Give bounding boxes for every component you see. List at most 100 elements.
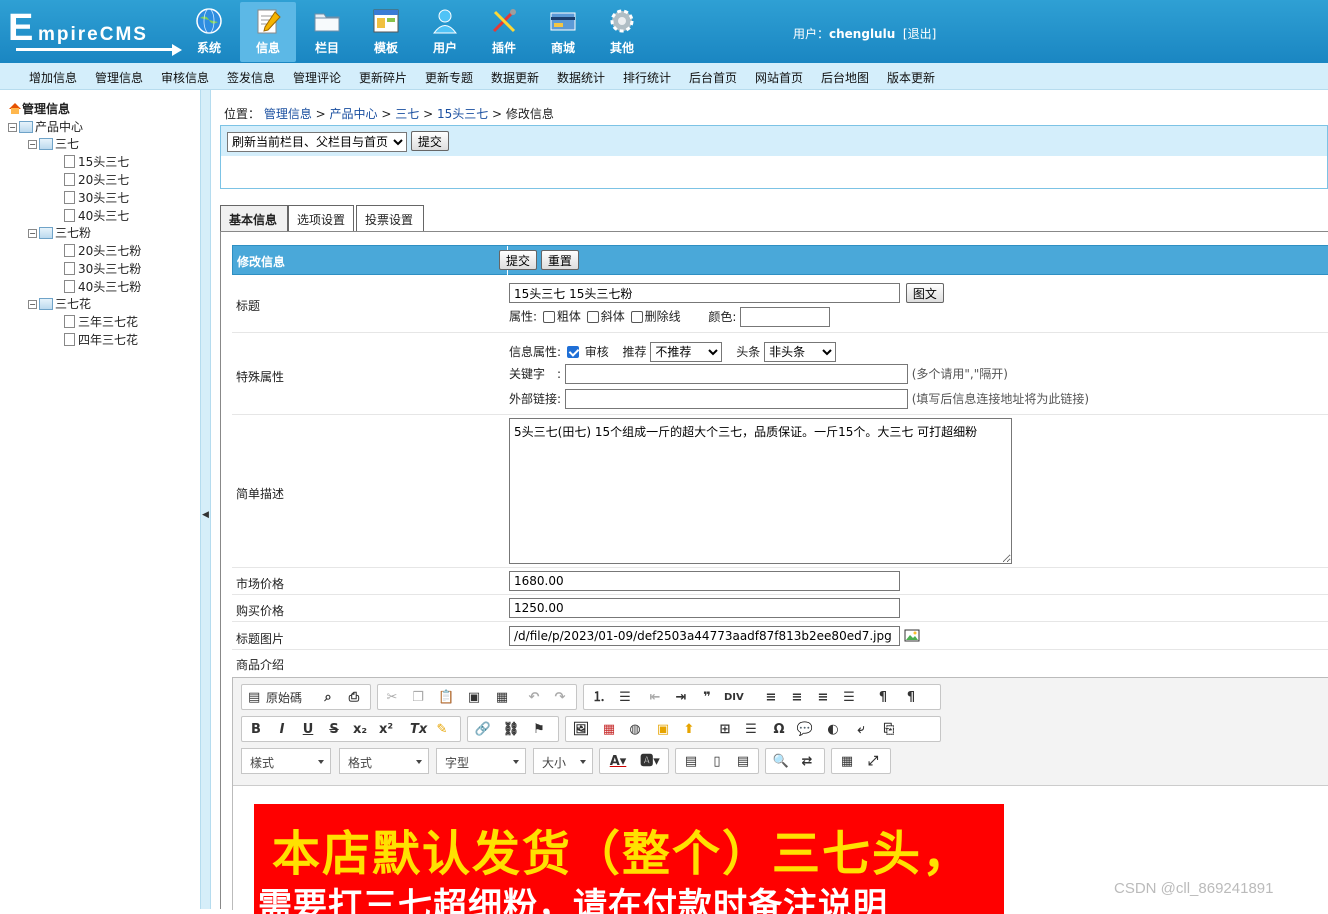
description-textarea[interactable]: 5头三七(田七) 15个组成一斤的超大个三七，品质保证。一斤15个。大三七 可打…	[509, 418, 1012, 564]
flash-icon[interactable]: ▦	[600, 721, 618, 739]
tree-leaf[interactable]: 三年三七花	[64, 313, 138, 331]
document-icon[interactable]: ▤	[734, 753, 752, 771]
audit-checkbox[interactable]	[566, 346, 579, 358]
submit-button[interactable]: 提交	[499, 250, 538, 270]
ltr-icon[interactable]: ¶	[874, 689, 892, 707]
bold-checkbox[interactable]	[542, 310, 555, 323]
recommend-select[interactable]: 不推荐	[650, 342, 723, 362]
media-icon[interactable]: ◍	[626, 721, 644, 739]
refresh-select[interactable]: 刷新当前栏目、父栏目与首页	[227, 131, 407, 152]
tab-options[interactable]: 选项设置	[288, 205, 354, 232]
collapse-icon[interactable]: −	[28, 229, 37, 238]
iframe-icon[interactable]: ◐	[824, 721, 842, 739]
numbered-list-icon[interactable]: ⒈	[590, 689, 608, 707]
tree-leaf[interactable]: 40头三七	[64, 207, 129, 225]
copy-icon[interactable]: ❐	[410, 689, 426, 707]
image-icon[interactable]: 🖼	[572, 721, 590, 739]
market-price-input[interactable]	[509, 571, 900, 591]
menu-manage-info[interactable]: 管理信息	[95, 69, 143, 86]
title-input[interactable]	[509, 283, 900, 303]
print-icon[interactable]: ⎙	[346, 689, 362, 707]
find-icon[interactable]: 🔍	[772, 753, 790, 771]
rtl-icon[interactable]: ¶	[902, 689, 920, 707]
smiley-icon[interactable]: 💬	[796, 721, 814, 739]
bullet-list-icon[interactable]: ☰	[616, 689, 634, 707]
paste-code-icon[interactable]: ⎘	[880, 721, 898, 739]
unlink-icon[interactable]: ⛓	[502, 721, 520, 739]
horizontal-rule-icon[interactable]: ☰	[742, 721, 760, 739]
tree-leaf[interactable]: 30头三七	[64, 189, 129, 207]
collapse-icon[interactable]: −	[28, 140, 37, 149]
collapse-arrow-icon[interactable]: ◀	[202, 510, 209, 520]
nav-other[interactable]: 其他	[594, 2, 650, 62]
outdent-icon[interactable]: ⇤	[646, 689, 664, 707]
upload-icon[interactable]: ⬆	[680, 721, 698, 739]
nav-template[interactable]: 模板	[358, 2, 414, 62]
tree-group-sanqi-powder[interactable]: − 三七粉	[28, 224, 91, 242]
collapse-icon[interactable]: −	[8, 123, 17, 132]
menu-audit-info[interactable]: 审核信息	[161, 69, 209, 86]
empirecms-logo[interactable]: E mpireCMS	[8, 8, 182, 56]
italic-icon[interactable]: I	[274, 721, 290, 739]
align-right-icon[interactable]: ≡	[814, 689, 832, 707]
italic-checkbox[interactable]	[586, 310, 599, 323]
show-blocks-icon[interactable]: ▦	[838, 753, 856, 771]
maximize-icon[interactable]: ⤢	[864, 753, 882, 771]
color-input[interactable]	[740, 307, 831, 327]
table-icon[interactable]: ⊞	[716, 721, 734, 739]
buy-price-input[interactable]	[509, 598, 900, 618]
page-break-icon[interactable]: ⤶	[852, 721, 870, 739]
menu-update-topics[interactable]: 更新专题	[425, 69, 473, 86]
paste-text-icon[interactable]: ▣	[466, 689, 482, 707]
tree-root[interactable]: − 产品中心	[8, 118, 83, 136]
menu-data-stats[interactable]: 数据统计	[557, 69, 605, 86]
strike-checkbox[interactable]	[630, 310, 643, 323]
text-color-icon[interactable]: A▾	[606, 753, 630, 771]
title-image-button[interactable]: 图文	[905, 283, 944, 303]
preview-icon[interactable]: ⌕	[320, 689, 336, 707]
format-combo[interactable]: 格式	[339, 748, 429, 774]
source-button[interactable]: 原始碼	[262, 689, 306, 707]
menu-rank-stats[interactable]: 排行统计	[623, 69, 671, 86]
cut-icon[interactable]: ✂	[384, 689, 400, 707]
tree-leaf[interactable]: 40头三七粉	[64, 278, 141, 296]
underline-icon[interactable]: U	[300, 721, 316, 739]
keyword-input[interactable]	[564, 364, 908, 384]
nav-system[interactable]: 系统	[181, 2, 237, 62]
remove-format-icon[interactable]: Tx	[410, 721, 427, 739]
breadcrumb-link[interactable]: 三七	[395, 107, 419, 121]
font-combo[interactable]: 字型	[436, 748, 526, 774]
anchor-icon[interactable]: ⚑	[530, 721, 548, 739]
refresh-submit-button[interactable]: 提交	[410, 131, 449, 151]
tree-group-sanqi[interactable]: − 三七	[28, 135, 79, 153]
menu-data-update[interactable]: 数据更新	[491, 69, 539, 86]
paste-word-icon[interactable]: ▦	[494, 689, 510, 707]
templates-icon[interactable]: ▤	[682, 753, 700, 771]
file-icon[interactable]: ▣	[654, 721, 672, 739]
strikethrough-icon[interactable]: S	[326, 721, 342, 739]
new-page-icon[interactable]: ▯	[708, 753, 726, 771]
indent-icon[interactable]: ⇥	[672, 689, 690, 707]
undo-icon[interactable]: ↶	[526, 689, 542, 707]
title-image-input[interactable]	[509, 626, 900, 646]
menu-admin-map[interactable]: 后台地图	[821, 69, 869, 86]
tree-leaf[interactable]: 20头三七粉	[64, 242, 141, 260]
sidebar-splitter[interactable]: ◀	[200, 90, 211, 909]
logout-link[interactable]: [退出]	[903, 27, 936, 41]
tab-basic-info[interactable]: 基本信息	[220, 205, 288, 232]
bg-color-icon[interactable]: 🅰▾	[638, 753, 662, 771]
align-left-icon[interactable]: ≡	[762, 689, 780, 707]
menu-add-info[interactable]: 增加信息	[29, 69, 77, 86]
breadcrumb-link[interactable]: 15头三七	[437, 107, 488, 121]
tree-leaf[interactable]: 15头三七	[64, 153, 129, 171]
bold-icon[interactable]: B	[248, 721, 264, 739]
breadcrumb-link[interactable]: 管理信息	[264, 107, 312, 121]
external-link-input[interactable]	[564, 389, 908, 409]
menu-update-fragments[interactable]: 更新碎片	[359, 69, 407, 86]
sidebar-title[interactable]: 管理信息	[8, 100, 70, 117]
nav-column[interactable]: 栏目	[299, 2, 355, 62]
replace-icon[interactable]: ⇄	[798, 753, 816, 771]
tree-leaf[interactable]: 四年三七花	[64, 331, 138, 349]
reset-button[interactable]: 重置	[540, 250, 579, 270]
tree-group-sanqi-flower[interactable]: − 三七花	[28, 295, 91, 313]
